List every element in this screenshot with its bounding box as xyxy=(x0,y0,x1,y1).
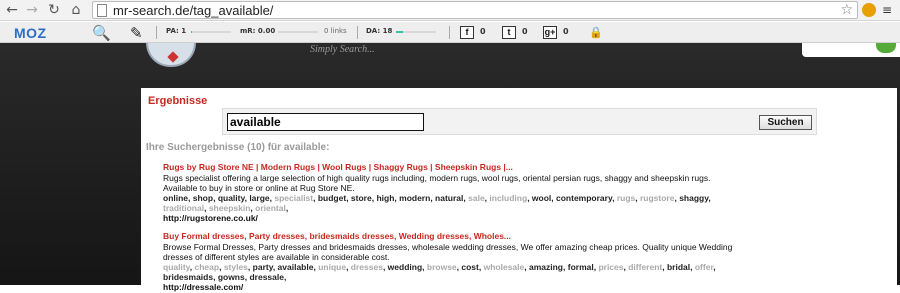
tag-link[interactable]: shaggy xyxy=(679,193,708,203)
tag-link[interactable]: oriental xyxy=(255,203,286,213)
tag-link[interactable]: sheepskin xyxy=(209,203,251,213)
google-plus-icon[interactable]: g+ xyxy=(543,26,557,39)
tag-link[interactable]: bridal xyxy=(667,262,690,272)
reload-icon[interactable]: ↻ xyxy=(46,2,62,18)
google-plus-count: 0 xyxy=(563,27,569,36)
tag-link[interactable]: large xyxy=(249,193,269,203)
tag-link[interactable]: cheap xyxy=(195,262,220,272)
tag-link[interactable]: store xyxy=(351,193,372,203)
mr-bar xyxy=(278,31,318,33)
tag-link[interactable]: wool xyxy=(532,193,551,203)
tag-link[interactable]: online xyxy=(163,193,188,203)
result-url-link[interactable]: http://rugstorene.co.uk/ xyxy=(163,213,743,224)
search-input[interactable]: available xyxy=(227,113,424,131)
browser-toolbar: ← → ↻ ⌂ mr-search.de/tag_available/ ☆ ≡ xyxy=(0,0,900,21)
result-url-link[interactable]: http://dressale.com/ xyxy=(163,282,743,293)
tag-link[interactable]: prices xyxy=(598,262,623,272)
tag-link[interactable]: contemporary xyxy=(556,193,612,203)
facebook-count: 0 xyxy=(480,27,486,36)
tag-link[interactable]: cost xyxy=(461,262,478,272)
tag-link[interactable]: rugs xyxy=(617,193,635,203)
tag-link[interactable]: party xyxy=(253,262,273,272)
tag-link[interactable]: browse xyxy=(427,262,457,272)
da-label: DA: 18 xyxy=(366,27,392,35)
tag-link[interactable]: wedding xyxy=(388,262,422,272)
search-form: available Suchen xyxy=(222,108,817,135)
tag-link[interactable]: wholesale xyxy=(484,262,525,272)
tag-link[interactable]: offer xyxy=(695,262,713,272)
lock-icon[interactable]: 🔒 xyxy=(589,26,603,39)
twitter-icon[interactable]: t xyxy=(502,26,516,39)
results-heading: Ihre Suchergebnisse (10) für available: xyxy=(146,142,329,153)
divider xyxy=(357,26,358,39)
tag-link[interactable]: bridesmaids xyxy=(163,272,213,282)
tag-link[interactable]: modern xyxy=(399,193,430,203)
home-icon[interactable]: ⌂ xyxy=(68,2,84,18)
address-bar[interactable]: mr-search.de/tag_available/ ☆ xyxy=(92,1,858,19)
tag-link[interactable]: budget xyxy=(318,193,346,203)
tag-link[interactable]: gowns xyxy=(218,272,245,282)
result-title-link[interactable]: Buy Formal dresses, Party dresses, bride… xyxy=(163,231,743,241)
result-tags: quality, cheap, styles, party, available… xyxy=(163,262,743,282)
tag-link[interactable]: sale xyxy=(468,193,485,203)
divider xyxy=(449,26,450,39)
tag-link[interactable]: quality xyxy=(163,262,190,272)
section-title: Ergebnisse xyxy=(148,95,207,107)
da-bar-fill xyxy=(396,31,403,33)
result-item: Buy Formal dresses, Party dresses, bride… xyxy=(163,231,743,293)
site-tagline: Simply Search... xyxy=(310,44,375,55)
bookmark-star-icon[interactable]: ☆ xyxy=(840,2,853,18)
da-bar xyxy=(396,31,436,33)
search-button[interactable]: Suchen xyxy=(759,115,812,130)
widget-icon xyxy=(876,43,896,53)
pa-label: PA: 1 xyxy=(166,27,186,35)
tag-link[interactable]: quality xyxy=(218,193,245,203)
highlighter-icon[interactable]: ✎ xyxy=(130,24,143,42)
tag-link[interactable]: formal xyxy=(568,262,594,272)
facebook-icon[interactable]: f xyxy=(460,26,474,39)
mr-label: mR: 0.00 xyxy=(240,27,275,35)
tag-link[interactable]: rugstore xyxy=(640,193,674,203)
tag-link[interactable]: available xyxy=(278,262,314,272)
results-panel: Ergebnisse available Suchen Ihre Sucherg… xyxy=(141,88,897,285)
tag-link[interactable]: different xyxy=(628,262,662,272)
forward-arrow-icon[interactable]: → xyxy=(24,2,40,18)
tag-link[interactable]: specialist xyxy=(274,193,313,203)
tag-link[interactable]: high xyxy=(376,193,394,203)
result-item: Rugs by Rug Store NE | Modern Rugs | Woo… xyxy=(163,162,743,224)
tag-link[interactable]: styles xyxy=(224,262,248,272)
extension-icon[interactable] xyxy=(862,3,876,17)
moz-logo[interactable]: MOZ xyxy=(14,25,47,41)
result-tags: online, shop, quality, large, specialist… xyxy=(163,193,743,213)
links-label: 0 links xyxy=(324,27,347,35)
result-description: Rugs specialist offering a large selecti… xyxy=(163,173,743,193)
menu-icon[interactable]: ≡ xyxy=(882,3,896,17)
back-arrow-icon[interactable]: ← xyxy=(4,2,20,18)
corner-widget[interactable] xyxy=(802,43,900,57)
tag-link[interactable]: dressale xyxy=(249,272,284,282)
divider xyxy=(156,26,157,39)
tag-link[interactable]: shop xyxy=(193,193,213,203)
tag-link[interactable]: amazing xyxy=(529,262,563,272)
result-description: Browse Formal Dresses, Party dresses and… xyxy=(163,242,743,262)
result-title-link[interactable]: Rugs by Rug Store NE | Modern Rugs | Woo… xyxy=(163,162,743,172)
page-analysis-icon[interactable]: 🔍 xyxy=(92,24,111,42)
tag-link[interactable]: including xyxy=(489,193,527,203)
pa-bar xyxy=(191,31,231,33)
tag-link[interactable]: natural xyxy=(435,193,463,203)
page-icon xyxy=(97,4,107,17)
twitter-count: 0 xyxy=(522,27,528,36)
tag-link[interactable]: dresses xyxy=(351,262,383,272)
tag-link[interactable]: unique xyxy=(318,262,346,272)
tag-link[interactable]: traditional xyxy=(163,203,204,213)
mozbar: MOZ 🔍 ✎ PA: 1 mR: 0.00 0 links DA: 18 f … xyxy=(0,22,900,43)
url-text[interactable]: mr-search.de/tag_available/ xyxy=(113,3,273,18)
